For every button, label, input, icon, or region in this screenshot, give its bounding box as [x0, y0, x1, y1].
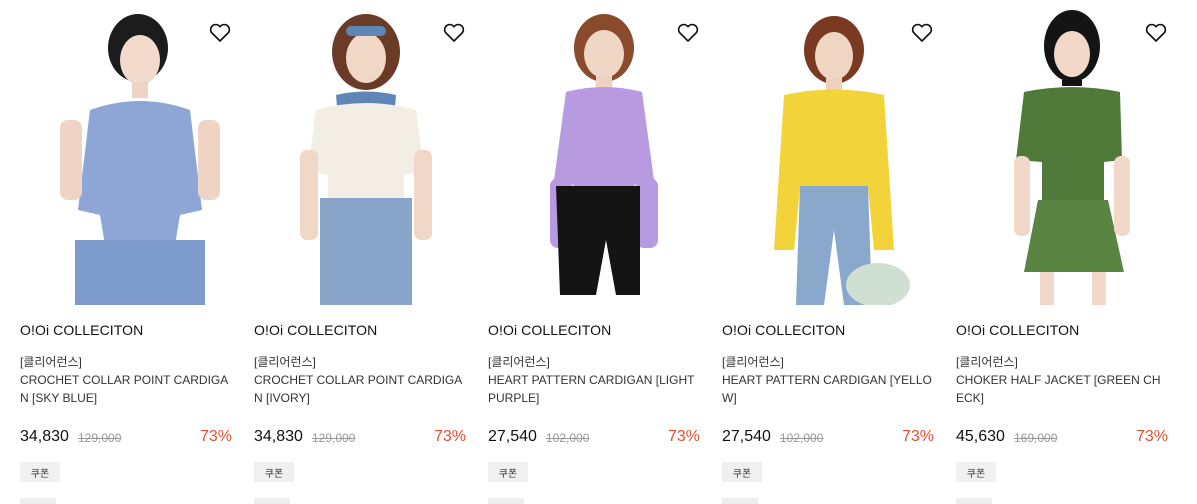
coupon-badge: 쿠폰 — [20, 462, 60, 482]
next-badge-hint — [20, 498, 56, 504]
price-row: 27,540 102,000 73% — [488, 428, 700, 448]
discount-rate: 73% — [667, 428, 700, 445]
coupon-badge: 쿠폰 — [956, 462, 996, 482]
product-card[interactable]: O!Oi COLLECITON [클리어런스] HEART PATTERN CA… — [488, 0, 703, 504]
product-image[interactable] — [254, 0, 469, 305]
next-badge-hint — [254, 498, 290, 504]
price-row: 45,630 169,000 73% — [956, 428, 1168, 448]
wishlist-heart-icon[interactable] — [1143, 20, 1169, 46]
discount-rate: 73% — [901, 428, 934, 445]
next-badge-hint — [488, 498, 524, 504]
product-image[interactable] — [488, 0, 703, 305]
garment-bottom — [556, 186, 640, 295]
original-price: 102,000 — [780, 431, 824, 445]
next-badge-hint — [956, 498, 992, 504]
sale-price: 34,830 — [254, 428, 303, 445]
original-price: 169,000 — [1014, 431, 1058, 445]
coupon-badge: 쿠폰 — [722, 462, 762, 482]
sale-price: 27,540 — [488, 428, 537, 445]
sale-price: 27,540 — [722, 428, 771, 445]
product-card[interactable]: O!Oi COLLECITON [클리어런스] CROCHET COLLAR P… — [254, 0, 469, 504]
garment-bottom — [75, 240, 205, 305]
product-image[interactable] — [956, 0, 1171, 305]
original-price: 102,000 — [546, 431, 590, 445]
brand-name[interactable]: O!Oi COLLECITON — [20, 322, 143, 338]
clearance-tag: [클리어런스] — [20, 355, 82, 369]
garment-top — [554, 87, 654, 186]
product-title[interactable]: CROCHET COLLAR POINT CARDIGAN [SKY BLUE] — [20, 371, 232, 407]
price-row: 27,540 102,000 73% — [722, 428, 934, 448]
wishlist-heart-icon[interactable] — [441, 20, 467, 46]
coupon-badge: 쿠폰 — [254, 462, 294, 482]
brand-name[interactable]: O!Oi COLLECITON — [722, 322, 845, 338]
brand-name[interactable]: O!Oi COLLECITON — [488, 322, 611, 338]
original-price: 129,000 — [78, 431, 122, 445]
next-badge-hint — [722, 498, 758, 504]
garment-bottom — [1024, 200, 1124, 272]
clearance-tag: [클리어런스] — [488, 355, 550, 369]
product-title[interactable]: CROCHET COLLAR POINT CARDIGAN [IVORY] — [254, 371, 466, 407]
brand-name[interactable]: O!Oi COLLECITON — [254, 322, 377, 338]
product-title[interactable]: HEART PATTERN CARDIGAN [YELLOW] — [722, 371, 934, 407]
product-card[interactable]: O!Oi COLLECITON [클리어런스] CROCHET COLLAR P… — [20, 0, 235, 504]
clearance-tag: [클리어런스] — [722, 355, 784, 369]
product-image[interactable] — [722, 0, 937, 305]
product-card[interactable]: O!Oi COLLECITON [클리어런스] CHOKER HALF JACK… — [956, 0, 1171, 504]
product-title[interactable]: HEART PATTERN CARDIGAN [LIGHT PURPLE] — [488, 371, 700, 407]
coupon-badge: 쿠폰 — [488, 462, 528, 482]
product-image[interactable] — [20, 0, 235, 305]
price-row: 34,830 129,000 73% — [254, 428, 466, 448]
wishlist-heart-icon[interactable] — [909, 20, 935, 46]
original-price: 129,000 — [312, 431, 356, 445]
garment-bottom — [320, 198, 412, 305]
discount-rate: 73% — [433, 428, 466, 445]
wishlist-heart-icon[interactable] — [207, 20, 233, 46]
clearance-tag: [클리어런스] — [956, 355, 1018, 369]
clearance-tag: [클리어런스] — [254, 355, 316, 369]
discount-rate: 73% — [1135, 428, 1168, 445]
price-row: 34,830 129,000 73% — [20, 428, 232, 448]
product-grid: O!Oi COLLECITON [클리어런스] CROCHET COLLAR P… — [0, 0, 1197, 504]
product-title[interactable]: CHOKER HALF JACKET [GREEN CHECK] — [956, 371, 1168, 407]
sale-price: 34,830 — [20, 428, 69, 445]
product-card[interactable]: O!Oi COLLECITON [클리어런스] HEART PATTERN CA… — [722, 0, 937, 504]
wishlist-heart-icon[interactable] — [675, 20, 701, 46]
discount-rate: 73% — [199, 428, 232, 445]
sale-price: 45,630 — [956, 428, 1005, 445]
brand-name[interactable]: O!Oi COLLECITON — [956, 322, 1079, 338]
